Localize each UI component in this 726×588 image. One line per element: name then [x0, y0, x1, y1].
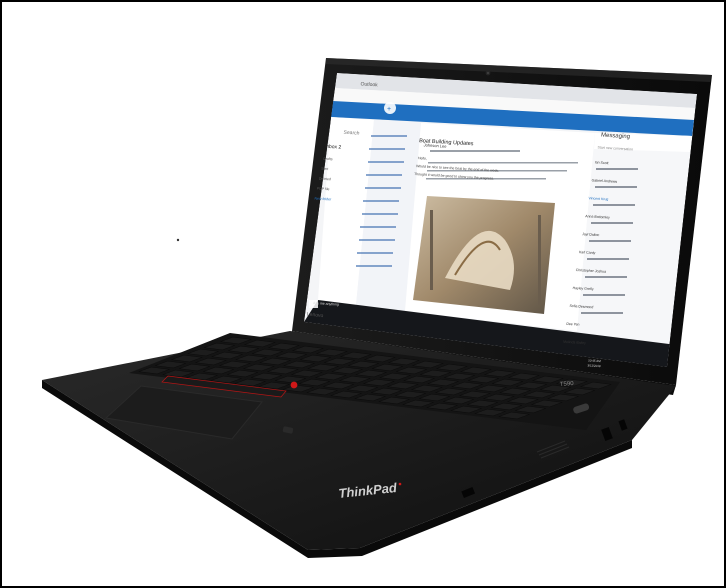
taskbar-time: 10:45 AM — [588, 358, 602, 363]
trackpoint[interactable] — [290, 381, 298, 389]
body-line-1: Hello, — [418, 156, 427, 161]
stray-mark — [176, 238, 180, 242]
folder-item[interactable]: Drafts — [323, 157, 333, 162]
folder-item[interactable]: Sent — [321, 167, 329, 171]
screen: + — [304, 73, 697, 367]
chat-contact[interactable]: Ian Scott — [595, 160, 609, 165]
tab-title[interactable]: Outlook — [360, 81, 378, 88]
folder-item[interactable]: Inbox 2 — [324, 144, 341, 151]
laptop-photo: + Outlook Search Boat Building Updates J… — [42, 58, 712, 558]
chat-contact[interactable]: Dee Yen — [566, 322, 580, 327]
folder-item[interactable]: Deleted — [319, 177, 332, 182]
model-label: T590 — [560, 381, 575, 388]
svg-text:+: + — [387, 106, 391, 113]
folder-item[interactable]: POP file — [316, 187, 329, 192]
search-field[interactable]: Search — [343, 130, 360, 137]
taskbar-date: 3/11/2019 — [587, 363, 601, 368]
